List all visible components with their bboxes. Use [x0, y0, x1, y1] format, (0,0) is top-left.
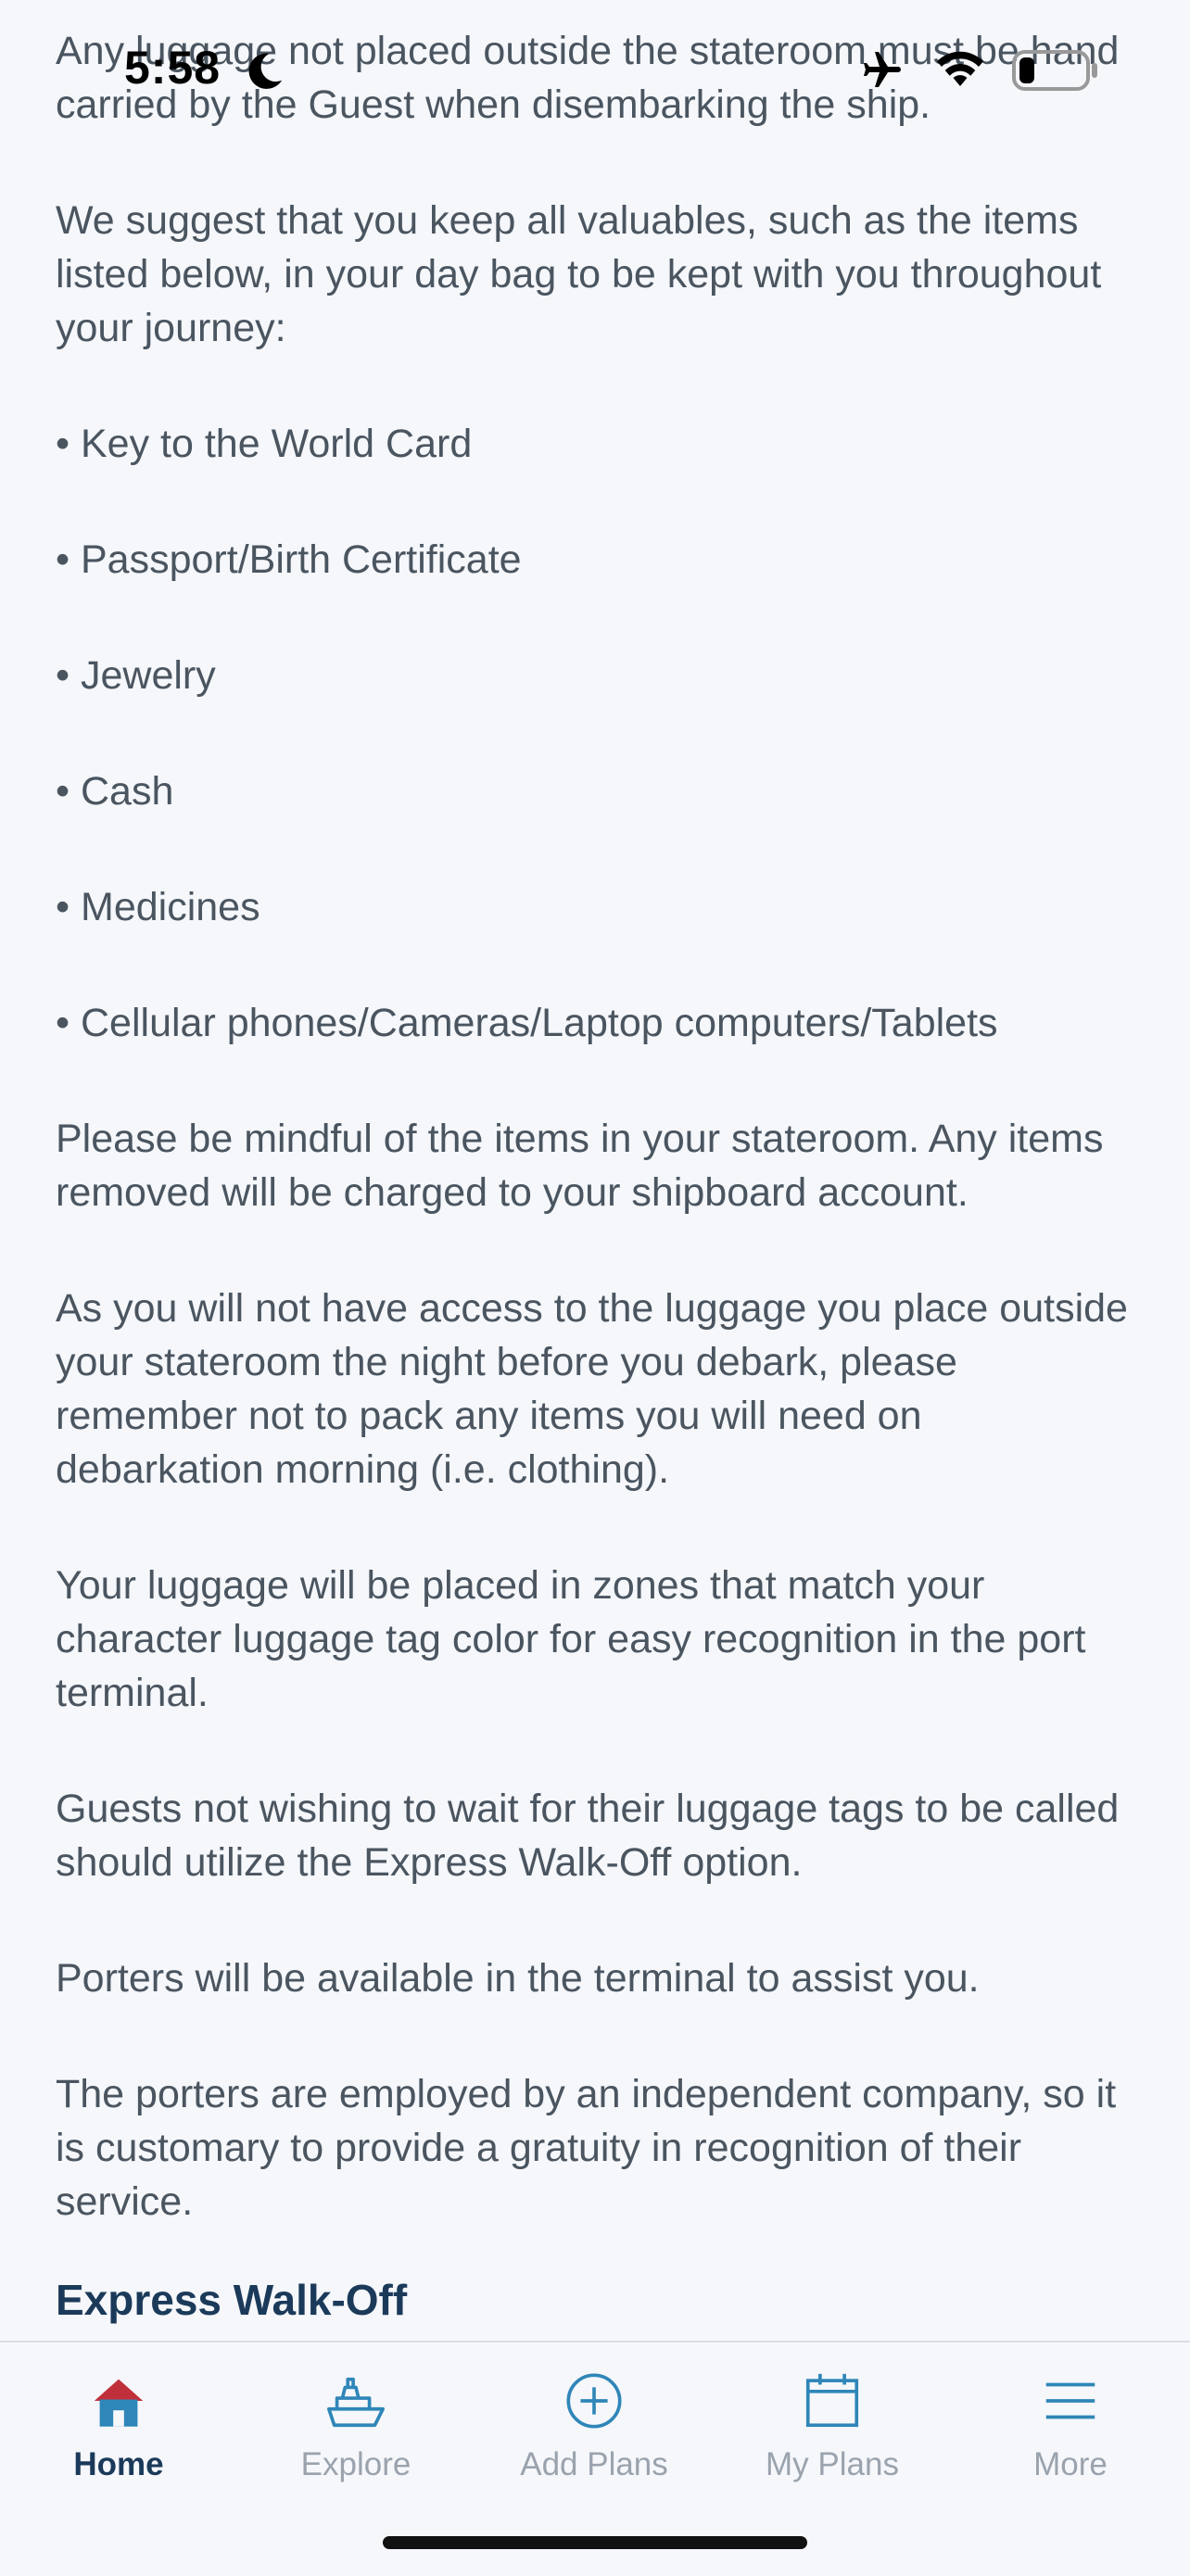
tab-label: Home: [73, 2446, 164, 2482]
paragraph: Your luggage will be placed in zones tha…: [56, 1563, 1086, 1715]
tab-label: Add Plans: [520, 2446, 668, 2482]
tab-more[interactable]: More: [952, 2342, 1189, 2509]
tab-label: Explore: [300, 2446, 411, 2482]
paragraph: As you will not have access to the lugga…: [56, 1286, 1128, 1492]
menu-icon: [1038, 2368, 1103, 2438]
home-icon: [86, 2368, 151, 2438]
tab-label: More: [1033, 2446, 1108, 2482]
tab-my-plans[interactable]: My Plans: [714, 2342, 951, 2509]
list-item: • Cash: [56, 769, 174, 814]
tab-label: My Plans: [766, 2446, 899, 2482]
home-indicator[interactable]: [383, 2536, 807, 2549]
list-item: • Passport/Birth Certificate: [56, 537, 522, 582]
paragraph: The porters are employed by an independe…: [56, 2072, 1117, 2224]
intro-paragraph: Any luggage not placed outside the state…: [56, 29, 1120, 127]
section-heading[interactable]: Express Walk-Off: [56, 2275, 407, 2325]
plus-circle-icon: [562, 2368, 627, 2438]
paragraph: Please be mindful of the items in your s…: [56, 1117, 1104, 1215]
ship-icon: [323, 2368, 388, 2438]
paragraph: Porters will be available in the termina…: [56, 1956, 980, 2001]
list-item: • Cellular phones/Cameras/Laptop compute…: [56, 1001, 998, 1045]
list-item: • Medicines: [56, 885, 260, 929]
article-body: Any luggage not placed outside the state…: [56, 24, 1134, 2291]
list-item: • Key to the World Card: [56, 422, 473, 466]
tab-home[interactable]: Home: [0, 2342, 237, 2509]
calendar-icon: [800, 2368, 865, 2438]
paragraph: Guests not wishing to wait for their lug…: [56, 1787, 1120, 1885]
tab-add-plans[interactable]: Add Plans: [475, 2342, 713, 2509]
tab-explore[interactable]: Explore: [237, 2342, 475, 2509]
suggest-paragraph: We suggest that you keep all valuables, …: [56, 198, 1102, 350]
list-item: • Jewelry: [56, 653, 216, 698]
